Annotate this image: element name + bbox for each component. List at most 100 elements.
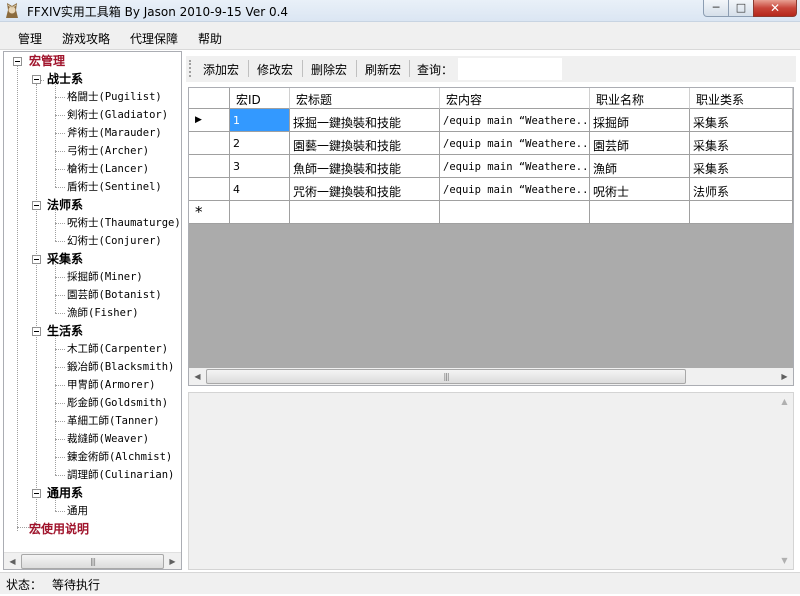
tree-node-job[interactable]: 盾術士(Sentinel): [67, 180, 162, 194]
cell-job-class[interactable]: 采集系: [690, 109, 793, 132]
collapse-icon[interactable]: [32, 75, 41, 84]
row-header[interactable]: ▶: [189, 109, 230, 132]
cell-job-name[interactable]: 漁師: [590, 155, 690, 178]
cell-title[interactable]: 魚師一鍵換裝和技能: [290, 155, 440, 178]
delete-macro-button[interactable]: 删除宏: [311, 61, 347, 78]
collapse-icon[interactable]: [32, 201, 41, 210]
tree-node-macro-management[interactable]: 宏管理: [29, 54, 65, 68]
tree-node-job[interactable]: 錬金術師(Alchmist): [67, 450, 172, 464]
tree-node-job[interactable]: 通用: [67, 504, 88, 518]
minimize-button[interactable]: ─: [703, 0, 729, 17]
column-header-content[interactable]: 宏内容: [440, 88, 590, 109]
column-header-job-class[interactable]: 职业类系: [690, 88, 793, 109]
grid-horizontal-scrollbar[interactable]: ◀ ||| ▶: [189, 368, 793, 385]
collapse-icon[interactable]: [32, 489, 41, 498]
tree-node-category[interactable]: 战士系: [47, 72, 83, 86]
cell-job-name[interactable]: 園芸師: [590, 132, 690, 155]
cell-job-name[interactable]: 呪術士: [590, 178, 690, 201]
close-button[interactable]: ✕: [753, 0, 797, 17]
edit-macro-button[interactable]: 修改宏: [257, 61, 293, 78]
cell-id[interactable]: 4: [230, 178, 290, 201]
tree-node-job[interactable]: 槍術士(Lancer): [67, 162, 149, 176]
cell-id[interactable]: 2: [230, 132, 290, 155]
table-row[interactable]: ▶ 1 採掘一鍵換裝和技能 /equip main “Weathere... 採…: [189, 109, 793, 132]
row-header[interactable]: *: [189, 201, 230, 224]
tree-node-job[interactable]: 裁縫師(Weaver): [67, 432, 149, 446]
scroll-left-icon[interactable]: ◀: [4, 553, 21, 569]
tree-node-job[interactable]: 斧術士(Marauder): [67, 126, 162, 140]
tree-node-job[interactable]: 彫金師(Goldsmith): [67, 396, 168, 410]
column-header-id[interactable]: 宏ID: [230, 88, 290, 109]
table-row[interactable]: 4 咒術一鍵換裝和技能 /equip main “Weathere... 呪術士…: [189, 178, 793, 201]
menu-manage[interactable]: 管理: [18, 30, 42, 47]
column-header-job-name[interactable]: 职业名称: [590, 88, 690, 109]
scroll-right-icon[interactable]: ▶: [164, 553, 181, 569]
menu-help[interactable]: 帮助: [198, 30, 222, 47]
cell-id[interactable]: [230, 201, 290, 224]
cell-content[interactable]: /equip main “Weathere...: [440, 155, 590, 178]
cell-job-name[interactable]: 採掘師: [590, 109, 690, 132]
tree-node-macro-help[interactable]: 宏使用说明: [29, 522, 89, 536]
menu-game-guide[interactable]: 游戏攻略: [62, 30, 110, 47]
table-row[interactable]: 2 園藝一鍵換裝和技能 /equip main “Weathere... 園芸師…: [189, 132, 793, 155]
detail-vertical-scrollbar[interactable]: ▲ ▼: [776, 393, 793, 569]
query-input[interactable]: [458, 58, 562, 80]
tree-node-job[interactable]: 呪術士(Thaumaturge): [67, 216, 181, 230]
scroll-thumb[interactable]: |||: [21, 554, 164, 569]
tree-node-job[interactable]: 幻術士(Conjurer): [67, 234, 162, 248]
tree-node-job[interactable]: 木工師(Carpenter): [67, 342, 168, 356]
tree-node-job[interactable]: 甲冑師(Armorer): [67, 378, 155, 392]
tree-node-job[interactable]: 格闘士(Pugilist): [67, 90, 162, 104]
cell-id[interactable]: 1: [230, 109, 290, 132]
cell-title[interactable]: 採掘一鍵換裝和技能: [290, 109, 440, 132]
cell-job-class[interactable]: 法师系: [690, 178, 793, 201]
collapse-icon[interactable]: [32, 327, 41, 336]
macro-grid[interactable]: 宏ID 宏标题 宏内容 职业名称 职业类系 ▶ 1 採掘一鍵換裝和技能 /equ…: [188, 87, 794, 386]
add-macro-button[interactable]: 添加宏: [203, 61, 239, 78]
tree-node-job[interactable]: 剣術士(Gladiator): [67, 108, 168, 122]
cell-job-class[interactable]: 采集系: [690, 155, 793, 178]
toolbar-grip[interactable]: [189, 60, 191, 77]
macro-detail-box[interactable]: ▲ ▼: [188, 392, 794, 570]
cell-title[interactable]: 園藝一鍵換裝和技能: [290, 132, 440, 155]
new-row[interactable]: *: [189, 201, 793, 224]
cell-title[interactable]: [290, 201, 440, 224]
refresh-macro-button[interactable]: 刷新宏: [365, 61, 401, 78]
row-header[interactable]: [189, 155, 230, 178]
maximize-button[interactable]: □: [728, 0, 754, 17]
column-header-title[interactable]: 宏标题: [290, 88, 440, 109]
scroll-right-icon[interactable]: ▶: [776, 368, 793, 385]
cell-job-class[interactable]: 采集系: [690, 132, 793, 155]
tree-node-category[interactable]: 采集系: [47, 252, 83, 266]
cell-content[interactable]: [440, 201, 590, 224]
tree-node-job[interactable]: 弓術士(Archer): [67, 144, 149, 158]
row-header[interactable]: [189, 178, 230, 201]
macro-tree[interactable]: 宏管理 战士系 格闘士(Pugilist) 剣術士(Gladiator) 斧術士…: [3, 51, 182, 570]
tree-node-category[interactable]: 生活系: [47, 324, 83, 338]
menu-proxy[interactable]: 代理保障: [130, 30, 178, 47]
tree-node-category[interactable]: 通用系: [47, 486, 83, 500]
tree-node-category[interactable]: 法师系: [47, 198, 83, 212]
row-header[interactable]: [189, 132, 230, 155]
scroll-down-icon[interactable]: ▼: [776, 552, 793, 569]
cell-content[interactable]: /equip main “Weathere...: [440, 132, 590, 155]
tree-node-job[interactable]: 革細工師(Tanner): [67, 414, 160, 428]
tree-node-job[interactable]: 漁師(Fisher): [67, 306, 139, 320]
collapse-icon[interactable]: [13, 57, 22, 66]
cell-content[interactable]: /equip main “Weathere...: [440, 178, 590, 201]
tree-node-job[interactable]: 採掘師(Miner): [67, 270, 143, 284]
tree-node-job[interactable]: 園芸師(Botanist): [67, 288, 162, 302]
cell-content[interactable]: /equip main “Weathere...: [440, 109, 590, 132]
tree-node-job[interactable]: 鍛冶師(Blacksmith): [67, 360, 174, 374]
tree-node-job[interactable]: 調理師(Culinarian): [67, 468, 174, 482]
tree-horizontal-scrollbar[interactable]: ◀ ||| ▶: [4, 552, 181, 569]
cell-title[interactable]: 咒術一鍵換裝和技能: [290, 178, 440, 201]
cell-id[interactable]: 3: [230, 155, 290, 178]
scroll-thumb[interactable]: |||: [206, 369, 686, 384]
cell-job-class[interactable]: [690, 201, 793, 224]
scroll-left-icon[interactable]: ◀: [189, 368, 206, 385]
cell-job-name[interactable]: [590, 201, 690, 224]
scroll-up-icon[interactable]: ▲: [776, 393, 793, 410]
table-row[interactable]: 3 魚師一鍵換裝和技能 /equip main “Weathere... 漁師 …: [189, 155, 793, 178]
collapse-icon[interactable]: [32, 255, 41, 264]
